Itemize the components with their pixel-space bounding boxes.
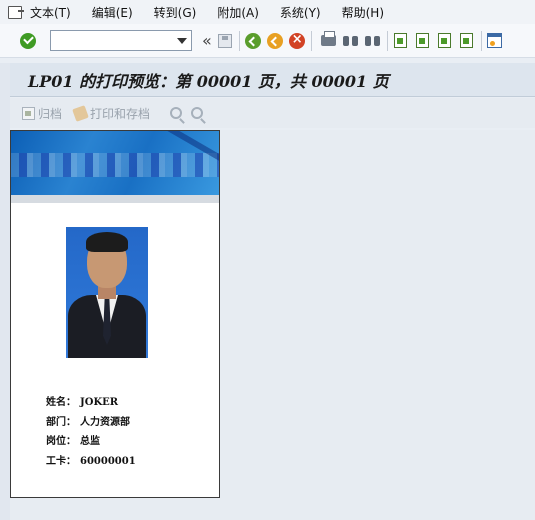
info-row-badge: 工卡： 60000001 bbox=[46, 452, 140, 472]
back-button[interactable] bbox=[244, 32, 262, 50]
position-value: 总监 bbox=[80, 436, 100, 447]
archive-icon bbox=[22, 106, 35, 120]
name-value: JOKER bbox=[80, 397, 119, 408]
toolbar-separator bbox=[480, 30, 482, 51]
preview-background bbox=[220, 130, 535, 520]
toolbar-separator bbox=[238, 30, 240, 51]
department-value: 人力资源部 bbox=[80, 416, 130, 428]
badge-value: 60000001 bbox=[80, 455, 136, 467]
save-button[interactable] bbox=[216, 32, 234, 50]
exit-button[interactable] bbox=[266, 32, 284, 50]
back-icon bbox=[244, 32, 261, 49]
find-next-icon bbox=[365, 34, 381, 47]
application-toolbar: 归档 打印和存档 bbox=[10, 98, 535, 128]
command-field[interactable] bbox=[50, 30, 192, 51]
cancel-icon bbox=[288, 32, 305, 49]
zoom-out-icon[interactable] bbox=[191, 107, 204, 119]
menu-item-edit[interactable]: 编辑(E) bbox=[92, 4, 133, 21]
previous-page-icon bbox=[416, 33, 430, 48]
previous-page-button[interactable] bbox=[414, 32, 432, 50]
print-archive-icon bbox=[72, 104, 89, 122]
toolbar-separator bbox=[310, 30, 312, 51]
archive-label: 归档 bbox=[38, 106, 63, 121]
pixelated-header-banner bbox=[11, 131, 219, 195]
preview-bottom bbox=[10, 498, 220, 520]
employee-info: 姓名： JOKER 部门： 人力资源部 岗位： 总监 工卡： 60000001 bbox=[46, 393, 140, 471]
print-and-archive-button[interactable]: 打印和存档 bbox=[72, 104, 151, 122]
badge-label: 工卡： bbox=[46, 455, 76, 467]
info-row-department: 部门： 人力资源部 bbox=[46, 413, 140, 433]
find-button[interactable] bbox=[342, 32, 360, 50]
standard-toolbar: « bbox=[0, 24, 535, 58]
print-preview-page: 姓名： JOKER 部门： 人力资源部 岗位： 总监 工卡： 60000001 bbox=[10, 130, 220, 498]
title-bar: LP01 的打印预览：第 00001 页，共 00001 页 bbox=[10, 63, 535, 97]
collapse-chevron-icon[interactable]: « bbox=[202, 32, 212, 49]
toolbar-separator bbox=[386, 30, 388, 51]
save-icon bbox=[217, 33, 232, 48]
enter-check-icon[interactable] bbox=[20, 32, 36, 49]
info-row-position: 岗位： 总监 bbox=[46, 432, 140, 452]
find-next-button[interactable] bbox=[364, 32, 382, 50]
name-label: 姓名： bbox=[46, 397, 76, 408]
menu-bar: 文本(T) 编辑(E) 转到(G) 附加(A) 系统(Y) 帮助(H) bbox=[0, 0, 535, 24]
info-row-name: 姓名： JOKER bbox=[46, 393, 140, 413]
position-label: 岗位： bbox=[46, 436, 76, 447]
archive-button[interactable]: 归档 bbox=[22, 105, 62, 122]
menu-item-text[interactable]: 文本(T) bbox=[30, 4, 71, 21]
find-icon bbox=[343, 34, 359, 47]
department-label: 部门： bbox=[46, 416, 76, 428]
first-page-button[interactable] bbox=[392, 32, 410, 50]
last-page-icon bbox=[460, 33, 474, 48]
next-page-button[interactable] bbox=[436, 32, 454, 50]
zoom-in-icon[interactable] bbox=[170, 107, 183, 119]
print-archive-label: 打印和存档 bbox=[90, 106, 151, 121]
chevron-down-icon[interactable] bbox=[177, 38, 187, 44]
print-button[interactable] bbox=[320, 31, 338, 50]
command-input[interactable] bbox=[51, 31, 171, 50]
first-page-icon bbox=[394, 33, 408, 48]
exit-menu-icon[interactable] bbox=[8, 5, 24, 19]
left-strip bbox=[0, 63, 10, 520]
menu-item-help[interactable]: 帮助(H) bbox=[342, 4, 384, 21]
exit-icon bbox=[266, 32, 283, 49]
menu-item-goto[interactable]: 转到(G) bbox=[154, 4, 197, 21]
layout-menu-icon bbox=[487, 33, 503, 48]
cancel-button[interactable] bbox=[288, 32, 306, 50]
last-page-button[interactable] bbox=[458, 32, 476, 50]
employee-photo bbox=[66, 227, 148, 358]
page-title: LP01 的打印预览：第 00001 页，共 00001 页 bbox=[28, 71, 389, 91]
menu-item-extras[interactable]: 附加(A) bbox=[217, 4, 259, 21]
print-icon bbox=[321, 31, 337, 46]
next-page-icon bbox=[438, 33, 452, 48]
layout-menu-button[interactable] bbox=[486, 32, 504, 50]
menu-item-system[interactable]: 系统(Y) bbox=[280, 4, 321, 21]
banner-shadow bbox=[11, 195, 219, 203]
